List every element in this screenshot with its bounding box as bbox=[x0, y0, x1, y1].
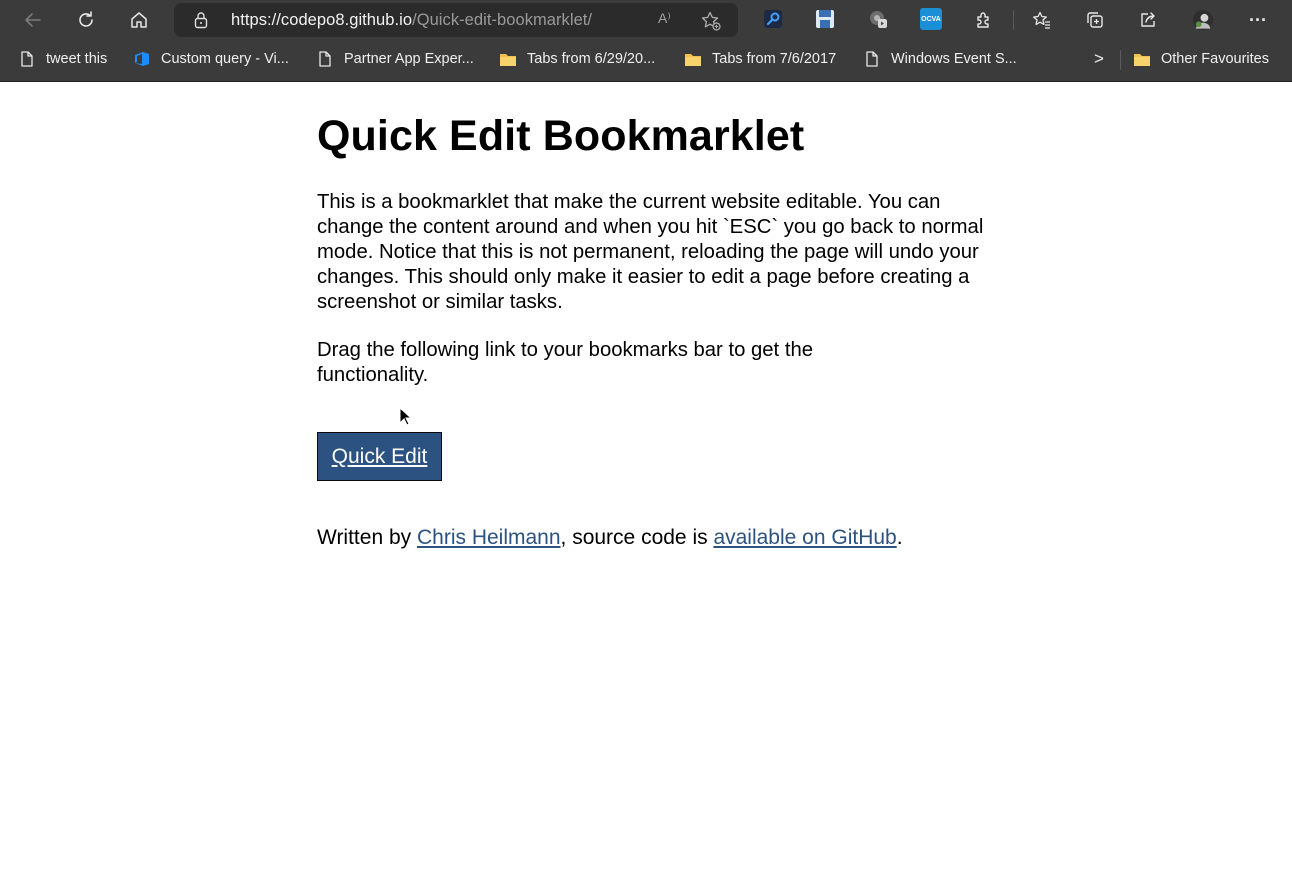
favorite-label: Partner App Exper... bbox=[344, 51, 474, 67]
collections-button[interactable] bbox=[1079, 4, 1111, 36]
favorite-item-tweet-this[interactable]: tweet this bbox=[18, 48, 107, 70]
media-badge-icon bbox=[870, 11, 887, 28]
url-host: https://codepo8.github.io bbox=[231, 11, 413, 29]
page-icon bbox=[319, 51, 331, 67]
favorites-overflow-chevron-icon[interactable]: > bbox=[1094, 48, 1104, 70]
favorite-label: Windows Event S... bbox=[891, 51, 1017, 67]
lock-icon bbox=[194, 12, 208, 29]
azure-devops-icon bbox=[135, 52, 149, 66]
more-icon: ··· bbox=[1249, 9, 1267, 30]
drag-instruction: Drag the following link to your bookmark… bbox=[317, 339, 814, 386]
share-button[interactable] bbox=[1132, 4, 1164, 36]
footer-prefix: Written by bbox=[317, 526, 417, 549]
other-favourites-label: Other Favourites bbox=[1161, 51, 1269, 67]
favorites-divider bbox=[1120, 50, 1121, 70]
folder-icon bbox=[500, 54, 516, 66]
toolbar-divider bbox=[1013, 10, 1014, 30]
collections-icon bbox=[1087, 12, 1103, 28]
favorites-button[interactable] bbox=[1026, 4, 1058, 36]
url-path: /Quick-edit-bookmarklet/ bbox=[412, 11, 593, 29]
favorite-label: Custom query - Vi... bbox=[161, 51, 289, 67]
media-extension-icon[interactable] bbox=[867, 8, 889, 30]
home-icon bbox=[131, 12, 147, 28]
extensions-button[interactable] bbox=[968, 4, 1000, 36]
settings-more-button[interactable]: ··· bbox=[1242, 4, 1274, 36]
add-favorite-icon[interactable] bbox=[700, 10, 722, 32]
favorites-bar: tweet this Custom query - Vi... Partner … bbox=[0, 40, 1292, 80]
quick-edit-bookmarklet-link[interactable]: Quick Edit bbox=[317, 432, 442, 481]
puzzle-icon bbox=[977, 12, 989, 28]
refresh-button[interactable] bbox=[70, 4, 102, 36]
profile-avatar-button[interactable] bbox=[1187, 4, 1219, 36]
refresh-icon bbox=[79, 11, 93, 27]
save-extension-icon[interactable] bbox=[814, 8, 836, 30]
favorite-label: tweet this bbox=[46, 51, 108, 67]
page-icon bbox=[21, 51, 33, 67]
ocva-extension-icon[interactable]: OCVA bbox=[920, 8, 942, 30]
footer-credits: Written by Chris Heilmann, source code i… bbox=[317, 525, 903, 551]
other-favourites-folder[interactable]: Other Favourites bbox=[1133, 48, 1269, 70]
favorite-item-tabs-7-6[interactable]: Tabs from 7/6/2017 bbox=[684, 48, 836, 70]
footer-suffix: . bbox=[896, 526, 903, 549]
address-bar[interactable]: https://codepo8.github.io/Quick-edit-boo… bbox=[174, 3, 738, 37]
back-button[interactable] bbox=[17, 4, 49, 36]
magnifier-key-icon bbox=[764, 10, 782, 28]
share-icon bbox=[1141, 12, 1155, 27]
page-title: Quick Edit Bookmarklet bbox=[317, 112, 805, 160]
back-arrow-icon bbox=[25, 13, 41, 27]
folder-icon bbox=[685, 54, 701, 66]
browser-chrome: https://codepo8.github.io/Quick-edit-boo… bbox=[0, 0, 1292, 82]
home-button[interactable] bbox=[123, 4, 155, 36]
key-extension-icon[interactable] bbox=[762, 8, 784, 30]
browser-toolbar: https://codepo8.github.io/Quick-edit-boo… bbox=[0, 0, 1292, 40]
favorites-star-icon bbox=[1033, 11, 1050, 29]
favorite-item-windows-event[interactable]: Windows Event S... bbox=[863, 48, 1017, 70]
url-text[interactable]: https://codepo8.github.io/Quick-edit-boo… bbox=[231, 11, 592, 30]
folder-icon bbox=[1134, 54, 1150, 66]
ocva-label: OCVA bbox=[921, 15, 941, 23]
favorite-item-custom-query[interactable]: Custom query - Vi... bbox=[133, 48, 289, 70]
page-icon bbox=[866, 51, 878, 67]
favorite-item-tabs-6-29[interactable]: Tabs from 6/29/20... bbox=[499, 48, 655, 70]
favorite-item-partner-app[interactable]: Partner App Exper... bbox=[316, 48, 474, 70]
avatar bbox=[1193, 10, 1213, 30]
floppy-icon bbox=[816, 10, 834, 28]
github-link[interactable]: available on GitHub bbox=[713, 526, 896, 549]
favorite-label: Tabs from 6/29/20... bbox=[527, 51, 656, 67]
author-link[interactable]: Chris Heilmann bbox=[417, 526, 561, 549]
favorite-label: Tabs from 7/6/2017 bbox=[712, 51, 837, 67]
mouse-cursor-icon bbox=[399, 407, 413, 426]
footer-middle: , source code is bbox=[560, 526, 714, 549]
read-aloud-icon[interactable]: A⁾ bbox=[658, 10, 680, 30]
intro-paragraph: This is a bookmarklet that make the curr… bbox=[317, 191, 984, 313]
